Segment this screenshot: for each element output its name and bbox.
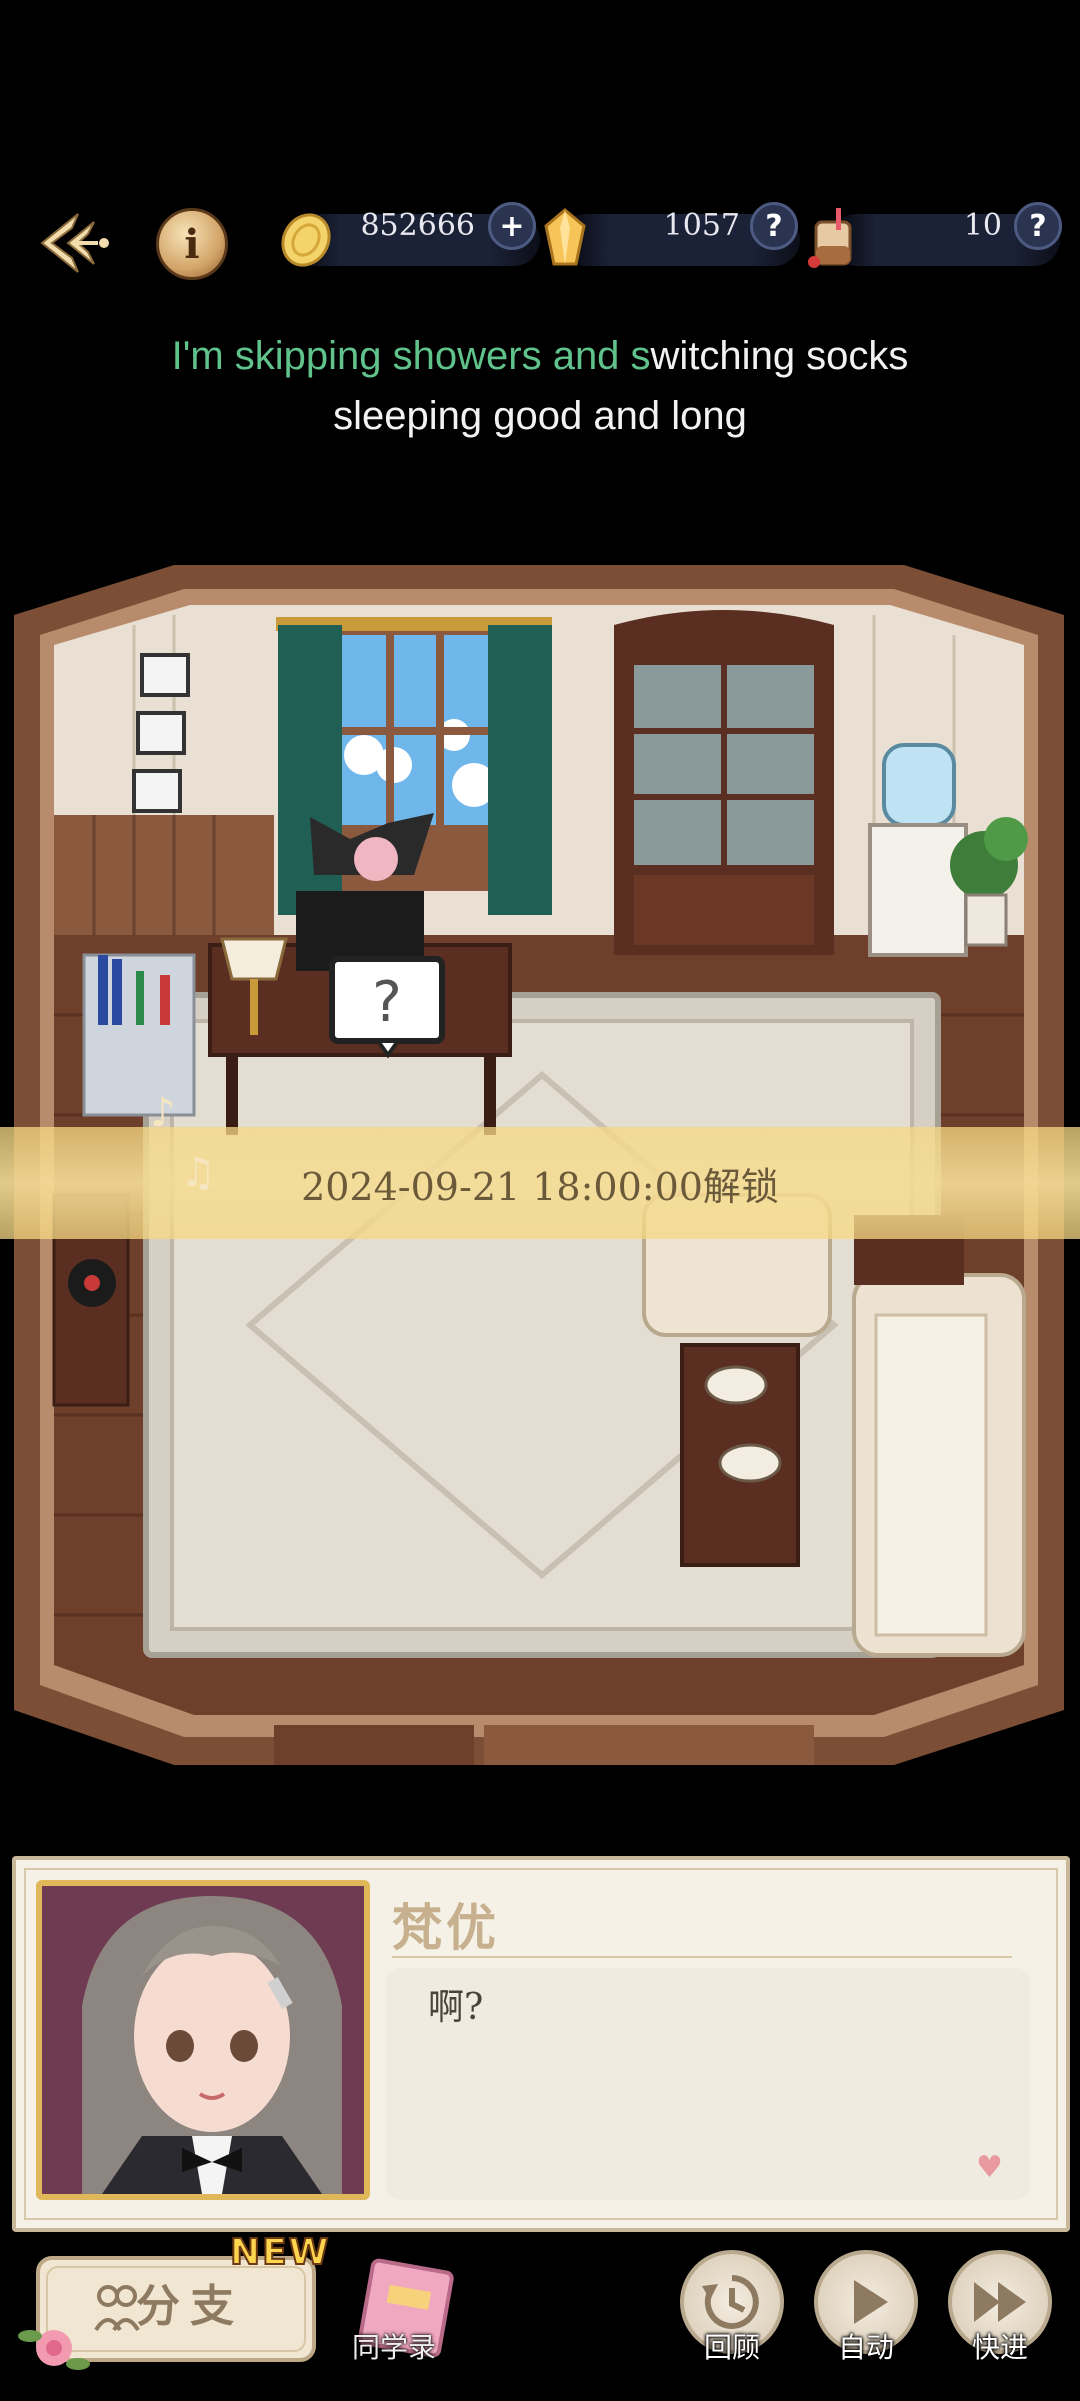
milk-tea-help-button[interactable]: ? <box>1014 202 1062 250</box>
fast-forward-label: 快进 <box>971 2331 1028 2364</box>
plus-icon: + <box>499 208 525 244</box>
add-coins-button[interactable]: + <box>488 202 536 250</box>
lyric-line-2: sleeping good and long <box>333 394 747 438</box>
side-shelf <box>82 953 196 1117</box>
back-arrow-icon <box>40 213 109 273</box>
lyric-sung-part: I'm skipping showers and s <box>171 334 651 378</box>
music-note-icon: ♪ <box>150 1090 176 1136</box>
unlock-banner: 2024-09-21 18:00:00解锁 <box>0 1127 1080 1239</box>
milk-tea-icon <box>808 208 852 268</box>
speech-bubble-text: ? <box>372 970 402 1035</box>
new-badge: NEW <box>229 2231 331 2274</box>
branch-label: 分支 <box>136 2281 244 2332</box>
lyric-unsung-part: witching socks <box>650 334 909 378</box>
info-button[interactable]: i <box>156 208 228 280</box>
heart-icon: ♥ <box>976 2150 1003 2185</box>
character-portrait-image <box>42 1886 364 2194</box>
milk-tea-value: 10 <box>963 208 1002 243</box>
history-icon <box>702 2275 759 2329</box>
coffee-table <box>680 1343 800 1567</box>
water-dispenser <box>868 743 968 957</box>
speaker-portrait <box>36 1880 370 2200</box>
classmates-button[interactable] <box>350 2258 460 2388</box>
crystal-icon <box>544 208 586 266</box>
play-icon <box>854 2280 888 2324</box>
crystal-value: 1057 <box>663 208 740 243</box>
branch-icon <box>94 2285 140 2332</box>
speaker-name: 梵优 <box>392 1898 500 1957</box>
wall-pictures <box>132 653 190 813</box>
gold-coin-icon <box>281 213 331 267</box>
lyric-display: I'm skipping showers and switching socks… <box>0 326 1080 446</box>
help-icon: ? <box>1029 208 1047 244</box>
bookshelf <box>614 610 834 955</box>
unlock-time-text: 2024-09-21 18:00:00解锁 <box>301 1164 779 1209</box>
speech-bubble: ? <box>329 956 445 1059</box>
flower-decoration-icon <box>18 2330 90 2370</box>
dialog-text: 啊? <box>428 1987 484 2028</box>
crystal-help-button[interactable]: ? <box>750 202 798 250</box>
info-icon: i <box>184 220 200 268</box>
fast-forward-icon <box>974 2282 1026 2322</box>
name-divider <box>392 1956 1012 1958</box>
back-button[interactable] <box>38 208 118 278</box>
classmates-label: 同学录 <box>352 2331 437 2364</box>
lyric-line-1: I'm skipping showers and switching socks <box>0 326 1080 386</box>
character-sprite <box>296 813 434 971</box>
gold-coin-value: 852666 <box>360 208 475 243</box>
review-label: 回顾 <box>703 2331 760 2364</box>
top-bar: i 852666 + 1057 ? 10 ? <box>0 200 1080 286</box>
help-icon: ? <box>765 208 783 244</box>
music-note-icon: ♫ <box>180 1150 216 1196</box>
sofa <box>852 1273 1026 1657</box>
auto-label: 自动 <box>837 2331 894 2364</box>
